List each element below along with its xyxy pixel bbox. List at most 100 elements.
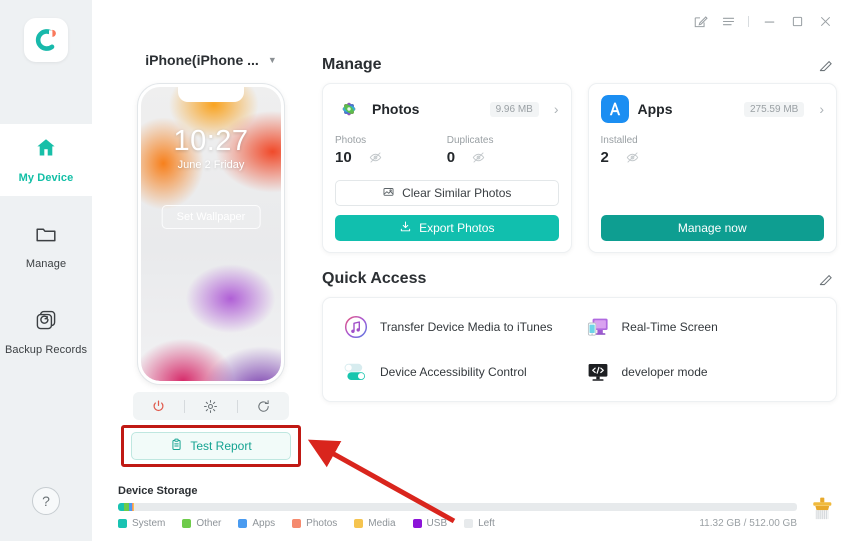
- lockscreen-time: 10:27: [173, 125, 249, 157]
- folder-icon: [34, 222, 58, 251]
- legend-label: System: [132, 518, 166, 529]
- legend-swatch: [354, 519, 364, 528]
- manage-section-header: Manage: [322, 56, 837, 74]
- legend-swatch: [292, 519, 302, 528]
- content-area: iPhone(iPhone ... ▼ 10:27 June 2 Friday …: [92, 42, 853, 477]
- quick-access-item-itunes[interactable]: Transfer Device Media to iTunes: [343, 314, 585, 340]
- storage-total: 11.32 GB / 512.00 GB: [699, 518, 797, 529]
- clear-similar-photos-button[interactable]: Clear Similar Photos: [335, 180, 559, 206]
- device-storage-section: Device Storage System Other Apps Photos …: [118, 477, 837, 541]
- refresh-icon[interactable]: [256, 399, 271, 414]
- screen-mirror-icon: [585, 314, 611, 340]
- home-icon: [34, 136, 58, 165]
- legend-item-other: Other: [182, 518, 221, 529]
- apps-card-actions: Manage now: [600, 166, 824, 241]
- legend-item-usb: USB: [412, 518, 447, 529]
- quick-access-item-accessibility-control[interactable]: Device Accessibility Control: [343, 359, 585, 385]
- edit-pencil-icon[interactable]: [818, 58, 833, 73]
- photos-card-title: Photos: [372, 101, 420, 117]
- stat-installed: Installed 2: [601, 135, 713, 166]
- window-titlebar: [92, 0, 853, 42]
- legend-swatch: [464, 519, 474, 528]
- export-photos-label: Export Photos: [419, 221, 495, 235]
- quick-access-header: Quick Access: [322, 270, 837, 288]
- legend-item-left: Left: [464, 518, 495, 529]
- quick-access-label: Transfer Device Media to iTunes: [380, 320, 553, 334]
- export-download-icon: [399, 220, 412, 236]
- maximize-icon[interactable]: [783, 8, 811, 34]
- apps-card-header: Apps 275.59 MB ›: [600, 95, 824, 123]
- manage-cards: Photos 9.96 MB › Photos 10 Duplicates 0 …: [322, 83, 837, 253]
- legend-label: Left: [478, 518, 495, 529]
- photos-app-icon: [335, 95, 363, 123]
- apps-card: Apps 275.59 MB › Installed 2 Manage now: [587, 83, 837, 253]
- photos-card-header: Photos 9.96 MB ›: [335, 95, 559, 123]
- photos-card: Photos 9.96 MB › Photos 10 Duplicates 0 …: [322, 83, 572, 253]
- minimize-icon[interactable]: [755, 8, 783, 34]
- brightness-icon[interactable]: [203, 399, 218, 414]
- legend-label: Photos: [306, 518, 338, 529]
- export-photos-button[interactable]: Export Photos: [335, 215, 559, 241]
- hamburger-menu-icon[interactable]: [714, 8, 742, 34]
- legend-item-system: System: [118, 518, 165, 529]
- manage-now-button[interactable]: Manage now: [600, 215, 824, 241]
- close-icon[interactable]: [811, 8, 839, 34]
- storage-details: Device Storage System Other Apps Photos …: [118, 485, 797, 529]
- stat-duplicates: Duplicates 0: [447, 135, 559, 166]
- apps-card-stats: Installed 2: [601, 135, 825, 166]
- test-report-area: Test Report: [121, 425, 301, 467]
- stat-value: 0: [446, 149, 456, 166]
- apps-card-chevron-right-icon[interactable]: ›: [819, 101, 824, 117]
- device-selector[interactable]: iPhone(iPhone ... ▼: [118, 48, 304, 72]
- quick-access-item-developer-mode[interactable]: developer mode: [585, 359, 827, 385]
- legend-swatch: [118, 519, 127, 528]
- legend-item-apps: Apps: [238, 518, 275, 529]
- storage-legend: System Other Apps Photos Media USB Left …: [118, 518, 797, 529]
- developer-code-icon: [585, 359, 611, 385]
- stat-label: Installed: [600, 135, 638, 146]
- apps-card-title: Apps: [637, 101, 673, 117]
- chevron-down-icon: ▼: [267, 54, 277, 65]
- sidebar-item-manage[interactable]: Manage: [0, 210, 92, 282]
- backup-restore-icon: [34, 308, 58, 337]
- sidebar-item-my-device[interactable]: My Device: [0, 124, 92, 196]
- legend-label: Apps: [252, 518, 276, 529]
- sidebar-divider-1: [0, 196, 92, 210]
- titlebar-separator: [748, 15, 749, 27]
- photos-card-chevron-right-icon[interactable]: ›: [554, 101, 559, 117]
- eye-off-icon[interactable]: [369, 151, 382, 164]
- controls-separator-1: [184, 399, 186, 413]
- test-report-button[interactable]: Test Report: [131, 432, 291, 460]
- app-store-icon: [600, 95, 629, 123]
- edit-feedback-icon[interactable]: [686, 8, 714, 34]
- device-preview: 10:27 June 2 Friday Set Wallpaper: [138, 84, 284, 384]
- photos-card-size: 9.96 MB: [489, 101, 539, 117]
- sidebar-item-backup-records[interactable]: Backup Records: [0, 296, 92, 368]
- eye-off-icon[interactable]: [472, 151, 485, 164]
- legend-label: Other: [196, 518, 222, 529]
- stat-value: 10: [335, 149, 352, 166]
- legend-swatch: [238, 519, 248, 528]
- app-logo: [24, 18, 68, 62]
- controls-separator-2: [236, 399, 238, 413]
- itunes-icon: [343, 314, 369, 340]
- clean-brush-icon[interactable]: [807, 496, 837, 529]
- sidebar-item-label: My Device: [18, 172, 74, 184]
- quick-access-panel: Transfer Device Media to iTunes Real-Tim…: [322, 297, 837, 402]
- sidebar-nav: My Device Manage Backup Records: [0, 124, 92, 368]
- right-column: Manage Photos 9.96 MB › Photos 10 Duplic…: [322, 42, 837, 477]
- power-icon[interactable]: [151, 399, 166, 414]
- quick-access-item-real-time-screen[interactable]: Real-Time Screen: [585, 314, 827, 340]
- sidebar: My Device Manage Backup Records ?: [0, 0, 92, 541]
- quick-access-label: Device Accessibility Control: [380, 365, 527, 379]
- apps-card-size: 275.59 MB: [743, 101, 805, 117]
- toggle-switch-icon: [343, 359, 369, 385]
- manage-now-label: Manage now: [677, 221, 747, 235]
- help-button[interactable]: ?: [32, 487, 60, 515]
- quick-access-label: developer mode: [621, 365, 708, 379]
- edit-pencil-icon[interactable]: [818, 272, 833, 287]
- set-wallpaper-button[interactable]: Set Wallpaper: [161, 205, 261, 229]
- clear-similar-photos-label: Clear Similar Photos: [402, 186, 512, 200]
- eye-off-icon[interactable]: [626, 151, 639, 164]
- stat-label: Photos: [335, 135, 367, 146]
